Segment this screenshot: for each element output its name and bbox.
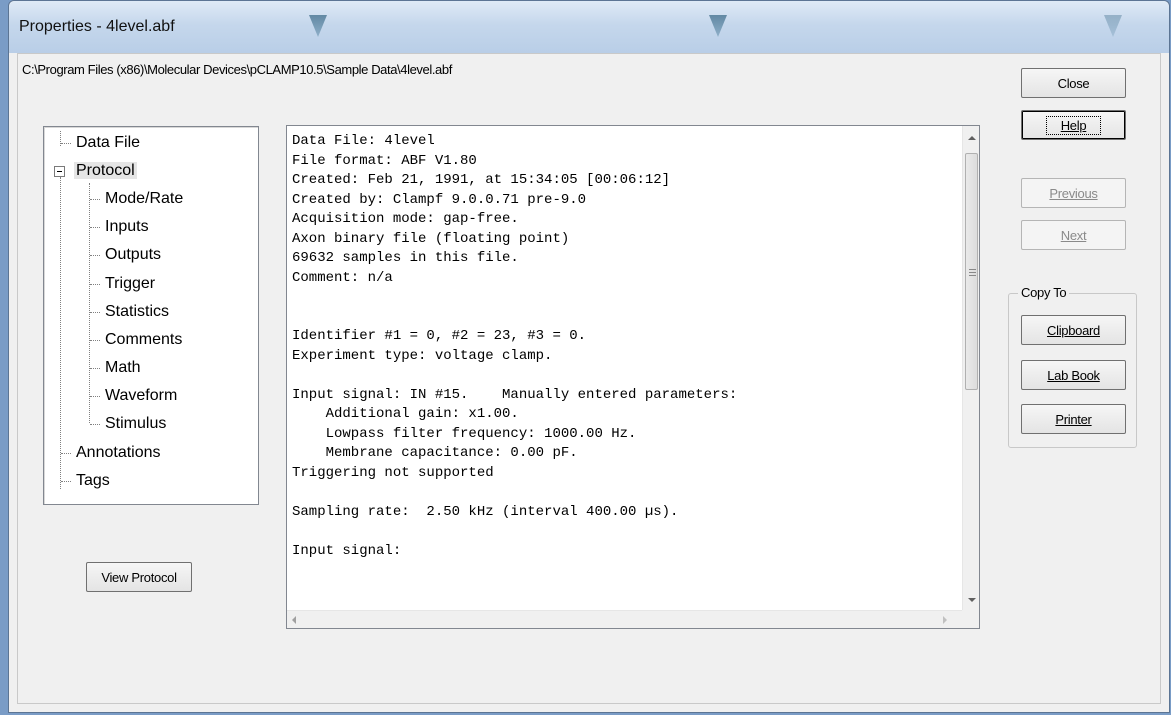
title-decoration — [309, 15, 327, 37]
details-line: Identifier #1 = 0, #2 = 23, #3 = 0. — [292, 328, 587, 344]
tree-item-outputs[interactable]: Outputs — [105, 244, 161, 266]
details-line: 69632 samples in this file. — [292, 250, 519, 266]
tree-connector — [61, 143, 71, 144]
details-text: Data File: 4level File format: ABF V1.80 C… — [292, 132, 958, 610]
tree-connector — [90, 424, 100, 425]
scrollbar-thumb[interactable] — [965, 153, 978, 390]
lab-book-button-label: Lab Book — [1047, 367, 1100, 383]
details-line: Axon binary file (floating point) — [292, 230, 570, 247]
tree-item-math[interactable]: Math — [105, 357, 141, 379]
close-button[interactable]: Close — [1021, 68, 1126, 98]
tree-connector — [90, 396, 100, 397]
properties-tree[interactable]: Data File Protocol Mode/Rate Inputs Outp… — [43, 126, 259, 505]
title-bar[interactable]: Properties - 4level.abf — [9, 1, 1169, 53]
tree-connector — [90, 227, 100, 228]
collapse-icon[interactable] — [54, 166, 65, 177]
tree-connector — [60, 177, 61, 489]
scroll-up-icon[interactable] — [968, 136, 976, 140]
next-button[interactable]: Next — [1021, 220, 1126, 250]
details-line: Sampling rate: 2.50 kHz (interval 400.00… — [292, 503, 679, 520]
tree-connector — [61, 481, 71, 482]
next-button-label: Next — [1060, 227, 1087, 243]
details-line: Additional gain: x1.00. — [292, 406, 519, 422]
scroll-down-icon[interactable] — [968, 598, 976, 602]
details-line: Acquisition mode: gap-free. — [292, 211, 519, 227]
tree-connector — [90, 312, 100, 313]
scroll-right-icon[interactable] — [943, 616, 947, 624]
details-line — [292, 483, 958, 503]
details-line: File format: ABF V1.80 — [292, 152, 477, 169]
horizontal-scrollbar[interactable] — [287, 610, 962, 628]
previous-button[interactable]: Previous — [1021, 178, 1126, 208]
tree-item-protocol[interactable]: Protocol — [74, 160, 137, 182]
file-path-label: C:\Program Files (x86)\Molecular Devices… — [22, 62, 452, 77]
details-line — [292, 288, 958, 308]
details-line: Created: Feb 21, 1991, at 15:34:05 [00:0… — [292, 172, 671, 188]
copy-to-label: Copy To — [1018, 285, 1070, 300]
tree-item-trigger[interactable]: Trigger — [105, 273, 155, 295]
printer-button[interactable]: Printer — [1021, 404, 1126, 434]
title-decoration — [709, 15, 727, 37]
clipboard-button[interactable]: Clipboard — [1021, 315, 1126, 345]
scrollbar-corner — [962, 610, 979, 628]
tree-item-label: Protocol — [74, 162, 137, 179]
help-button[interactable]: Help — [1021, 110, 1126, 140]
previous-button-label: Previous — [1049, 185, 1098, 201]
details-line: Triggering not supported — [292, 464, 494, 481]
vertical-scrollbar[interactable] — [962, 126, 979, 611]
tree-item-mode-rate[interactable]: Mode/Rate — [105, 188, 183, 210]
tree-item-waveform[interactable]: Waveform — [105, 385, 177, 407]
details-line: Experiment type: voltage clamp. — [292, 347, 553, 364]
help-button-label: Help — [1045, 115, 1102, 135]
details-line: Data File: 4level — [292, 133, 435, 149]
tree-item-statistics[interactable]: Statistics — [105, 301, 169, 323]
details-line — [292, 308, 958, 328]
window-title: Properties - 4level.abf — [19, 18, 175, 35]
details-line: Lowpass filter frequency: 1000.00 Hz. — [292, 425, 637, 442]
details-line: Membrane capacitance: 0.00 pF. — [292, 445, 578, 461]
tree-connector — [90, 368, 100, 369]
tree-item-annotations[interactable]: Annotations — [76, 442, 161, 464]
tree-item-stimulus[interactable]: Stimulus — [105, 413, 166, 435]
scroll-left-icon[interactable] — [292, 616, 296, 624]
tree-item-tags[interactable]: Tags — [76, 470, 110, 492]
grip-icon — [969, 269, 976, 276]
tree-connector — [90, 340, 100, 341]
details-text-view[interactable]: Data File: 4level File format: ABF V1.80 C… — [286, 125, 980, 629]
tree-item-comments[interactable]: Comments — [105, 329, 182, 351]
printer-button-label: Printer — [1055, 411, 1092, 427]
view-protocol-button[interactable]: View Protocol — [86, 562, 192, 592]
details-line: Created by: Clampf 9.0.0.71 pre-9.0 — [292, 191, 587, 208]
tree-connector — [89, 183, 90, 423]
tree-item-data-file[interactable]: Data File — [76, 132, 140, 154]
tree-connector — [90, 255, 100, 256]
title-decoration — [1104, 15, 1122, 37]
tree-connector — [61, 453, 71, 454]
lab-book-button[interactable]: Lab Book — [1021, 360, 1126, 390]
tree-connector — [90, 199, 100, 200]
details-line — [292, 366, 958, 386]
details-line — [292, 522, 958, 542]
tree-connector — [90, 284, 100, 285]
details-line: Comment: n/a — [292, 269, 393, 286]
details-line: Input signal: — [292, 542, 402, 559]
clipboard-button-label: Clipboard — [1047, 322, 1100, 338]
tree-item-inputs[interactable]: Inputs — [105, 216, 149, 238]
details-line: Input signal: IN #15. Manually entered p… — [292, 386, 738, 403]
